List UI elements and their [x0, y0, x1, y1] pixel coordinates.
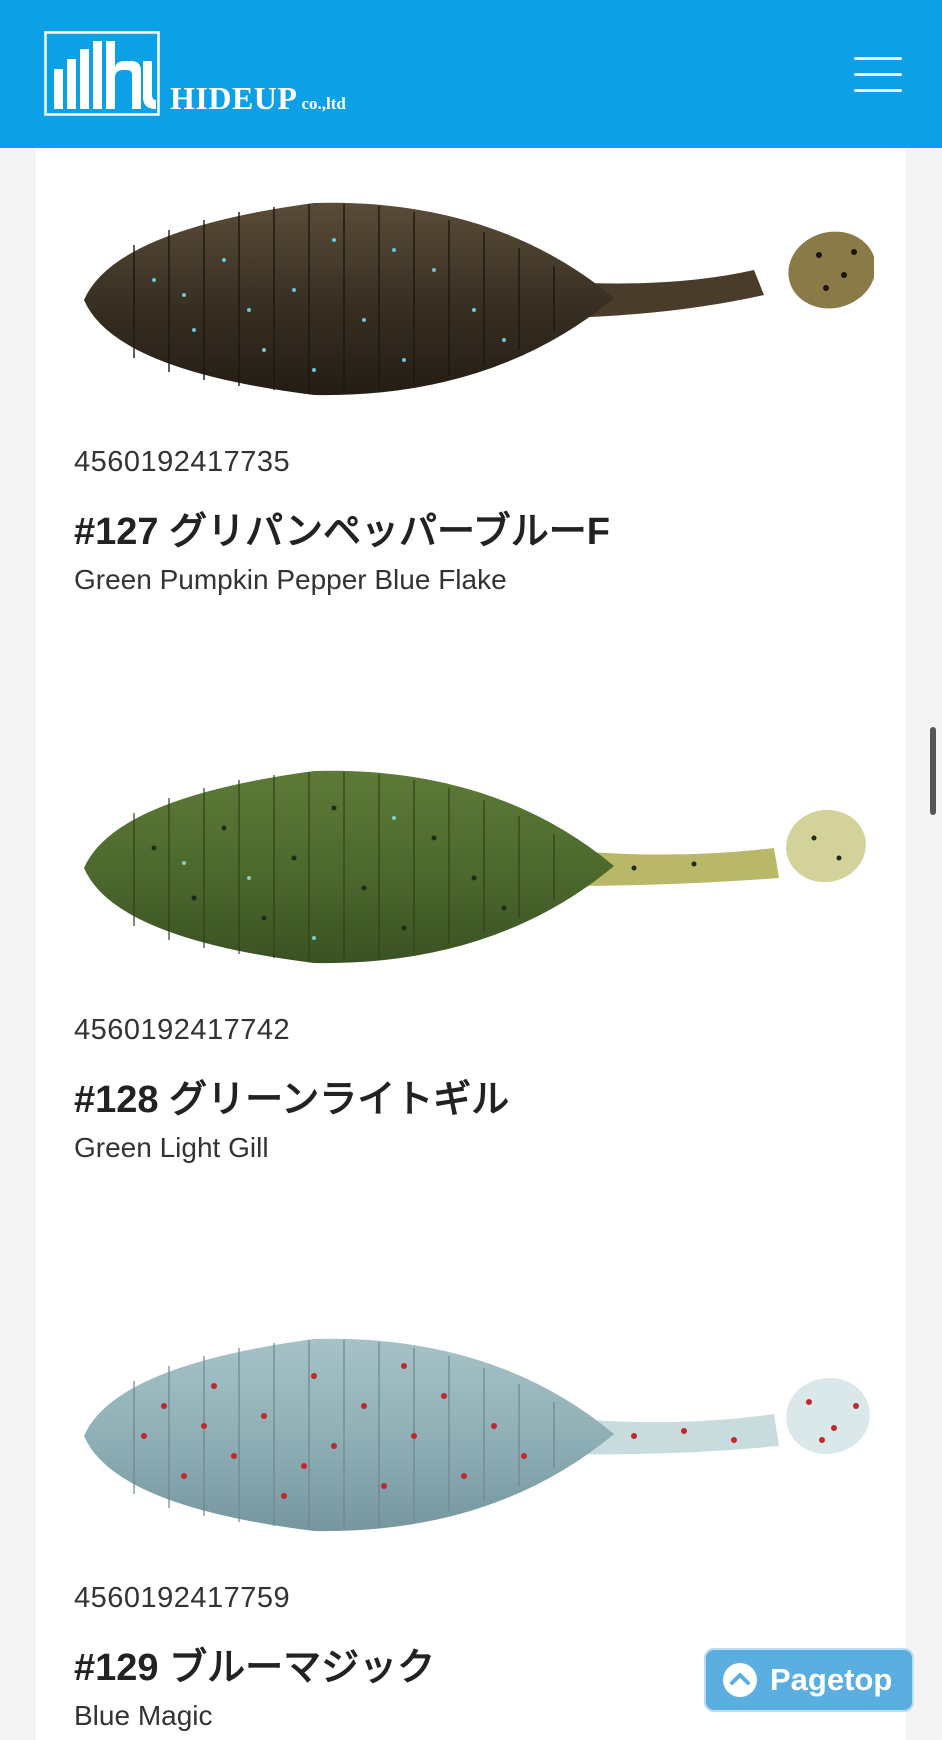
- brand-name-text: HIDEUP: [170, 80, 298, 116]
- product-english-name: Green Light Gill: [74, 1132, 269, 1163]
- lure-image[interactable]: [74, 768, 874, 968]
- pagetop-label: Pagetop: [770, 1662, 893, 1697]
- product-code: 4560192417742: [74, 1014, 291, 1046]
- menu-line: [854, 89, 902, 92]
- brand-name[interactable]: HIDEUP co.,ltd: [170, 80, 346, 117]
- product-list: 4560192417735 #127 グリパンペッパーブルーF Green Pu…: [36, 148, 906, 1740]
- product-code: 4560192417735: [74, 446, 291, 478]
- product-name: #127 グリパンペッパーブルーF: [74, 511, 610, 553]
- lure-image[interactable]: [74, 1336, 874, 1536]
- scrollbar-thumb[interactable]: [930, 727, 936, 815]
- brand-suffix: co.,ltd: [301, 94, 346, 113]
- product-english-name: Green Pumpkin Pepper Blue Flake: [74, 564, 507, 595]
- site-header: HIDEUP co.,ltd: [0, 0, 942, 148]
- chevron-up-circle-icon: [723, 1663, 757, 1697]
- product-name: #128 グリーンライトギル: [74, 1079, 510, 1121]
- product-code: 4560192417759: [74, 1582, 291, 1614]
- menu-line: [854, 73, 902, 76]
- hamburger-menu-icon[interactable]: [854, 55, 902, 95]
- product-english-name: Blue Magic: [74, 1700, 213, 1731]
- product-name: #129 ブルーマジック: [74, 1647, 436, 1689]
- hideup-logo[interactable]: [44, 31, 160, 116]
- menu-line: [854, 57, 902, 60]
- pagetop-button[interactable]: Pagetop: [704, 1648, 914, 1712]
- lure-image[interactable]: [74, 200, 874, 400]
